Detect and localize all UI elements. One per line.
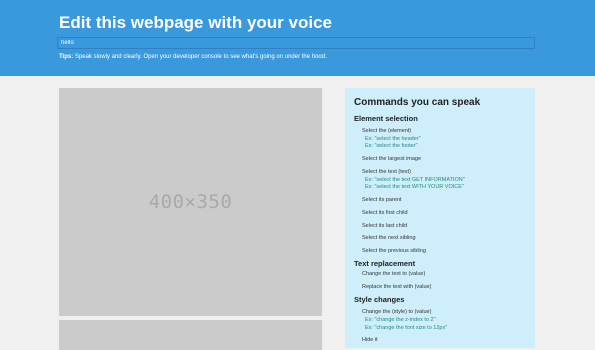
placeholder-image-label: 400×350 — [148, 191, 233, 213]
voice-transcript-input[interactable] — [57, 37, 535, 49]
command-item: Select its parent — [362, 197, 402, 203]
command-item: Select the previous sibling — [362, 248, 426, 254]
section-heading: Text replacement — [354, 259, 416, 268]
command-example: Ex: "select the footer" — [365, 143, 418, 149]
placeholder-image-second — [59, 320, 322, 350]
command-item: Replace the text with (value) — [362, 284, 432, 290]
tips-body: Speak slowly and clearly. Open your deve… — [73, 54, 327, 60]
commands-title: Commands you can speak — [354, 97, 481, 108]
command-item: Select the largest image — [362, 156, 422, 162]
command-item: Select its last child — [362, 223, 408, 229]
command-item: Select its first child — [362, 210, 408, 216]
tips-text: Tips: Speak slowly and clearly. Open you… — [59, 54, 327, 60]
header-bar: Edit this webpage with your voice Tips: … — [0, 0, 595, 76]
command-item: Hide it — [362, 337, 378, 343]
command-item: Select the next sibling — [362, 235, 416, 241]
commands-panel: Commands you can speak Element selection… — [345, 88, 535, 348]
tips-label: Tips: — [59, 54, 74, 60]
command-example: Ex: "select the header" — [365, 136, 421, 142]
section-heading: Element selection — [354, 114, 418, 123]
section-heading: Style changes — [354, 295, 405, 304]
command-item: Change the (style) to (value) — [362, 309, 432, 315]
page-title: Edit this webpage with your voice — [59, 13, 332, 32]
placeholder-image: 400×350 — [59, 88, 322, 316]
command-example: Ex: "change the z-index to 2" — [365, 317, 436, 323]
command-example: Ex: "select the text WITH YOUR VOICE" — [365, 184, 464, 190]
command-example: Ex: "select the text GET INFORMATION" — [365, 177, 465, 183]
command-item: Select the text (text) — [362, 169, 411, 175]
command-example: Ex: "change the font size to 12px" — [365, 325, 448, 331]
command-item: Change the text to (value) — [362, 271, 426, 277]
command-item: Select the (element) — [362, 128, 412, 134]
